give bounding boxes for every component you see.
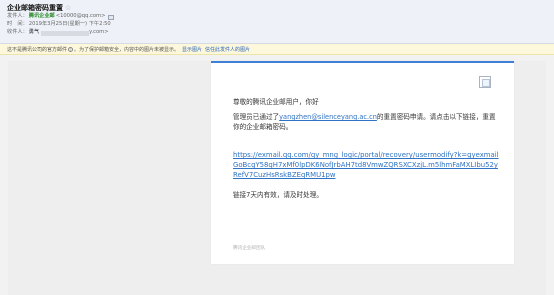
recipient-domain: y.com> (89, 29, 109, 36)
team-signature: 腾讯企业邮团队 (233, 246, 266, 251)
warning-text: 这不是腾讯公司的官方邮件 (7, 46, 68, 53)
mail-header: 企业邮箱密码重置 ☆ 发件人： 腾讯企业邮 <10000@qq.com> 时 间… (0, 0, 554, 44)
mail-subject: 企业邮箱密码重置 (7, 3, 63, 12)
reset-password-link[interactable]: https://exmail.qq.com/qy_mng_logic/porta… (233, 150, 499, 180)
intro-text-pre: 管理员已通过了 (233, 113, 280, 121)
broken-image-icon (479, 76, 491, 88)
greeting-text: 尊敬的腾讯企业邮用户，你好 (233, 98, 319, 106)
to-label: 收件人： (7, 29, 28, 36)
subject-row: 企业邮箱密码重置 ☆ (7, 3, 547, 13)
contact-card-icon[interactable] (108, 14, 115, 20)
from-row: 发件人： 腾讯企业邮 <10000@qq.com> (7, 13, 547, 21)
mail-content-card: 尊敬的腾讯企业邮用户，你好 管理员已通过了yangzhen@silenceyan… (211, 61, 514, 264)
sender-address: <10000@qq.com> (55, 13, 106, 20)
time-value: 2019年3月25日(星期一) 下午2:50 (28, 21, 111, 28)
recipient-name[interactable]: 勇气 (29, 30, 39, 35)
intro-paragraph: 管理员已通过了yangzhen@silenceyang.ac.cn的重置密码申请… (233, 112, 499, 132)
time-row: 时 间： 2019年3月25日(星期一) 下午2:50 (7, 21, 547, 29)
email-view: 企业邮箱密码重置 ☆ 发件人： 腾讯企业邮 <10000@qq.com> 时 间… (0, 0, 554, 295)
image-warning-bar: 这不是腾讯公司的官方邮件 ? 。为了保护邮箱安全，内容中的图片未被显示。 显示图… (0, 44, 554, 55)
help-icon[interactable]: ? (68, 46, 74, 52)
star-icon[interactable]: ☆ (65, 4, 71, 12)
trust-sender-link[interactable]: 信任此发件人的图片 (205, 46, 250, 53)
admin-email-link[interactable]: yangzhen@silenceyang.ac.cn (279, 113, 377, 121)
time-label: 时 间： (7, 21, 28, 28)
show-images-link[interactable]: 显示图片 (182, 46, 202, 53)
to-row: 收件人： 勇气 y.com> (7, 29, 547, 37)
from-label: 发件人： (7, 13, 28, 20)
recipient-address-redacted (41, 30, 90, 36)
validity-notice: 链接7天内有效，请及时处理。 (233, 191, 323, 199)
sender-name[interactable]: 腾讯企业邮 (29, 14, 55, 19)
warning-text-2: 。为了保护邮箱安全，内容中的图片未被显示。 (74, 46, 180, 53)
